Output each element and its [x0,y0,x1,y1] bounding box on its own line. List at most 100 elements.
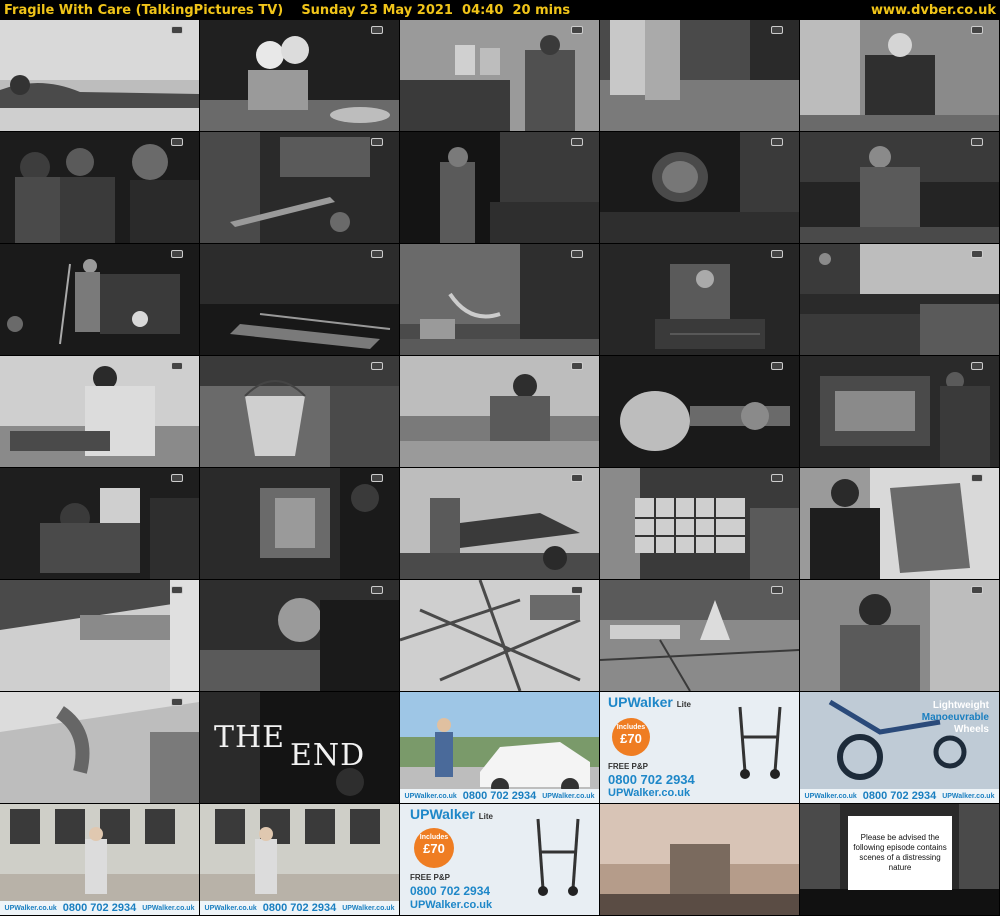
channel-badge-icon [171,362,183,370]
thumbnail-ad[interactable]: UPWalker.co.uk 0800 702 2934 UPWalker.co… [0,804,199,915]
channel-badge-icon [771,474,783,482]
end-title-line1: THE [214,720,286,755]
channel-badge-icon [171,698,183,706]
ad-free-pp: FREE P&P [410,873,451,882]
ad-free-pp: FREE P&P [608,762,649,771]
ad-site-large: UPWalker.co.uk [410,899,493,911]
thumbnail[interactable] [600,244,799,355]
thumbnail[interactable] [0,132,199,243]
thumbnail[interactable] [800,468,999,579]
thumbnail[interactable] [0,20,199,131]
channel-badge-icon [971,474,983,482]
broadcast-datetime: Sunday 23 May 2021 04:40 20 mins [301,2,571,18]
thumbnail[interactable] [400,580,599,691]
header-bar: Fragile With Care (TalkingPictures TV) S… [0,0,1000,20]
channel-badge-icon [571,250,583,258]
ad-footer: UPWalker.co.uk 0800 702 2934 UPWalker.co… [200,901,399,915]
channel-badge-icon [371,26,383,34]
ad-phone: 0800 702 2934 [262,902,337,914]
thumbnail[interactable] [0,580,199,691]
thumbnail[interactable] [200,20,399,131]
thumbnail-notice[interactable]: Please be advised the following episode … [800,804,999,915]
ad-footer: UPWalker.co.uk 0800 702 2934 UPWalker.co… [0,901,199,915]
thumbnail[interactable] [800,244,999,355]
thumbnail[interactable] [200,580,399,691]
thumbnail[interactable] [600,356,799,467]
end-title-line2: END [290,738,366,773]
channel-badge-icon [771,586,783,594]
walker-icon [536,818,580,896]
ad-footer: UPWalker.co.uk 0800 702 2934 UPWalker.co… [400,789,599,803]
thumbnail[interactable] [600,804,799,915]
channel-badge-icon [971,26,983,34]
ad-site-small: UPWalker.co.uk [942,792,995,800]
thumbnail[interactable] [400,244,599,355]
programme-info: Fragile With Care (TalkingPictures TV) S… [4,3,570,18]
walker-icon [738,706,782,779]
thumbnail[interactable] [0,692,199,803]
thumbnail-ad[interactable]: UPWalker Lite Includes £70 FREE P&P 0800… [400,804,599,915]
channel-badge-icon [571,26,583,34]
ad-tagline: Lightweight Manoeuvrable Wheels [921,700,989,735]
thumbnail[interactable] [800,20,999,131]
content-warning-notice: Please be advised the following episode … [848,816,952,890]
thumbnail-ad[interactable]: UPWalker Lite Includes £70 FREE P&P 0800… [600,692,799,803]
site-link[interactable]: www.dvber.co.uk [871,3,996,18]
thumbnail[interactable] [0,244,199,355]
thumbnail-ad[interactable]: Lightweight Manoeuvrable Wheels UPWalker… [800,692,999,803]
ad-offer-badge: Includes £70 [414,828,454,868]
programme-title: Fragile With Care (TalkingPictures TV) [4,2,284,18]
thumbnail[interactable] [200,356,399,467]
ad-phone: 0800 702 2934 [62,902,137,914]
channel-badge-icon [571,474,583,482]
thumbnail[interactable] [400,468,599,579]
channel-badge-icon [171,26,183,34]
thumbnail[interactable]: THE END [200,692,399,803]
thumbnail[interactable] [200,468,399,579]
ad-brand: UPWalker Lite [410,806,493,822]
thumbnail[interactable] [600,468,799,579]
thumbnail-ad[interactable]: UPWalker.co.uk 0800 702 2934 UPWalker.co… [200,804,399,915]
channel-badge-icon [171,586,183,594]
channel-badge-icon [771,250,783,258]
ad-site-small: UPWalker.co.uk [4,904,57,912]
channel-badge-icon [971,138,983,146]
channel-badge-icon [771,362,783,370]
channel-badge-icon [771,138,783,146]
thumbnail-ad[interactable]: UPWalker.co.uk 0800 702 2934 UPWalker.co… [400,692,599,803]
thumbnail[interactable] [600,132,799,243]
ad-site-small: UPWalker.co.uk [204,904,257,912]
ad-phone: 0800 702 2934 [862,790,937,802]
channel-badge-icon [371,362,383,370]
ad-site-small: UPWalker.co.uk [804,792,857,800]
channel-badge-icon [371,586,383,594]
channel-badge-icon [571,138,583,146]
ad-offer-badge: Includes £70 [612,718,650,756]
thumbnail[interactable] [800,580,999,691]
thumbnail[interactable] [0,356,199,467]
thumbnail[interactable] [200,132,399,243]
ad-site-small: UPWalker.co.uk [542,792,595,800]
channel-badge-icon [971,362,983,370]
thumbnail[interactable] [400,20,599,131]
thumbnail[interactable] [400,356,599,467]
channel-badge-icon [971,586,983,594]
ad-brand: UPWalker Lite [608,694,691,710]
thumbnail[interactable] [400,132,599,243]
thumbnail[interactable] [0,468,199,579]
channel-badge-icon [171,250,183,258]
channel-badge-icon [171,138,183,146]
channel-badge-icon [171,474,183,482]
thumbnail[interactable] [800,132,999,243]
channel-badge-icon [971,250,983,258]
channel-badge-icon [571,586,583,594]
thumbnail[interactable] [800,356,999,467]
ad-phone: 0800 702 2934 [608,772,695,787]
thumbnail[interactable] [600,20,799,131]
thumbnail[interactable] [200,244,399,355]
thumbnail-grid: THE END UPWalker.co.uk 0800 702 2934 UPW… [0,20,1000,915]
channel-badge-icon [371,138,383,146]
thumbnail[interactable] [600,580,799,691]
ad-site-large: UPWalker.co.uk [608,787,691,799]
ad-phone: 0800 702 2934 [410,884,491,898]
